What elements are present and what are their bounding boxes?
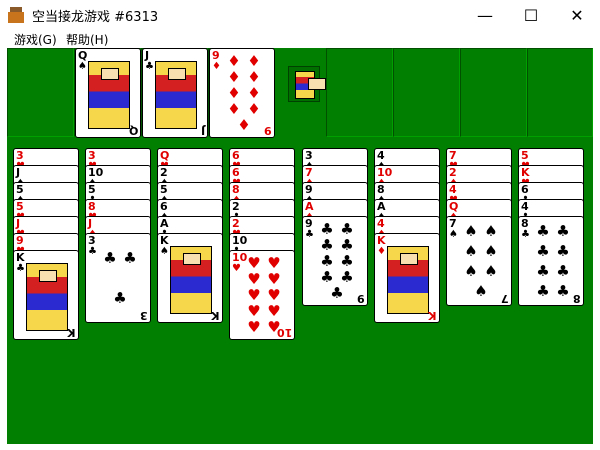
- tableau-card[interactable]: 10 ♥ ♥ ♥ ♥ ♥ ♥ ♥ ♥ ♥ ♥ ♥ 10: [229, 250, 295, 340]
- freecell-app-icon: [8, 7, 24, 23]
- free-cell-card[interactable]: J ♣ J: [142, 48, 208, 138]
- king-face-icon: [288, 66, 326, 102]
- maximize-button[interactable]: ☐: [508, 0, 554, 30]
- close-button[interactable]: ✕: [554, 0, 600, 30]
- foundation-3[interactable]: [460, 48, 527, 137]
- tableau-card[interactable]: 3 ♣ ♣ ♣ ♣ 3: [85, 233, 151, 323]
- foundation-2[interactable]: [393, 48, 460, 137]
- card-rank-bottom: 8: [573, 292, 581, 305]
- minimize-button[interactable]: —: [462, 0, 508, 30]
- card-suit-icon: ♦: [377, 246, 386, 257]
- tableau-card[interactable]: 9 ♣ ♣ ♣ ♣ ♣ ♣ ♣ ♣ ♣ ♣ 9: [302, 216, 368, 306]
- court-card-face-icon: [387, 246, 429, 314]
- card-pips: ♣ ♣ ♣ ♣ ♣ ♣ ♣ ♣ ♣: [320, 219, 354, 302]
- tableau-card[interactable]: 8 ♣ ♣ ♣ ♣ ♣ ♣ ♣ ♣ ♣ 8: [518, 216, 584, 306]
- foundation-4[interactable]: [527, 48, 593, 137]
- court-card-face-icon: [26, 263, 68, 331]
- card-pips: ♠ ♠ ♠ ♠ ♠ ♠ ♠: [464, 221, 498, 300]
- court-card-face-icon: [88, 61, 130, 129]
- menu-help[interactable]: 帮助(H): [66, 31, 108, 48]
- court-card-face-icon: [170, 246, 212, 314]
- card-suit-icon: ♥: [232, 263, 241, 274]
- menu-game[interactable]: 游戏(G): [14, 31, 57, 48]
- card-suit-icon: ♣: [521, 229, 530, 240]
- card-suit-icon: ♠: [449, 229, 458, 240]
- free-cell-card[interactable]: Q ♠ Q: [75, 48, 141, 138]
- title-bar: 空当接龙游戏 #6313 — ☐ ✕: [0, 0, 600, 30]
- free-cell-card[interactable]: 9 ♦ ♦ ♦ ♦ ♦ ♦ ♦ ♦ ♦ ♦ 9: [209, 48, 275, 138]
- card-suit-icon: ♦: [212, 61, 221, 72]
- card-suit-icon: ♣: [145, 61, 154, 72]
- tableau-card[interactable]: K ♣ K: [13, 250, 79, 340]
- card-suit-icon: ♠: [160, 246, 169, 257]
- card-rank-bottom: 9: [357, 292, 365, 305]
- window-title: 空当接龙游戏 #6313: [32, 10, 159, 25]
- card-rank-bottom: 3: [140, 309, 148, 322]
- card-rank-bottom: Q: [128, 124, 138, 137]
- court-card-face-icon: [155, 61, 197, 129]
- tableau-card[interactable]: 7 ♠ ♠ ♠ ♠ ♠ ♠ ♠ ♠ 7: [446, 216, 512, 306]
- free-cell-1[interactable]: [7, 48, 74, 137]
- card-rank-bottom: 7: [501, 292, 509, 305]
- card-rank-bottom: K: [428, 309, 437, 322]
- game-board: Q♠QJ♣J9♦♦♦♦♦♦♦♦♦♦93♥J♠5♠5♥J♥9♥K♣K3♥10♠5♣…: [7, 48, 593, 444]
- card-pips: ♣ ♣ ♣ ♣ ♣ ♣ ♣ ♣: [536, 221, 570, 300]
- card-rank-bottom: 10: [276, 326, 292, 339]
- card-rank-bottom: K: [211, 309, 220, 322]
- card-suit-icon: ♣: [88, 246, 97, 257]
- tableau-card[interactable]: K ♠ K: [157, 233, 223, 323]
- card-suit-icon: ♣: [305, 229, 314, 240]
- card-suit-icon: ♠: [78, 61, 87, 72]
- card-rank-bottom: J: [200, 124, 205, 137]
- card-rank-bottom: 9: [264, 124, 272, 137]
- tableau-card[interactable]: K ♦ K: [374, 233, 440, 323]
- card-pips: ♥ ♥ ♥ ♥ ♥ ♥ ♥ ♥ ♥ ♥: [247, 253, 281, 336]
- card-pips: ♦ ♦ ♦ ♦ ♦ ♦ ♦ ♦ ♦: [227, 51, 261, 134]
- menu-bar: 游戏(G) 帮助(H): [0, 30, 600, 48]
- foundation-1[interactable]: [326, 48, 393, 137]
- card-pips: ♣ ♣ ♣: [103, 248, 137, 307]
- card-rank-bottom: K: [67, 326, 76, 339]
- card-suit-icon: ♣: [16, 263, 25, 274]
